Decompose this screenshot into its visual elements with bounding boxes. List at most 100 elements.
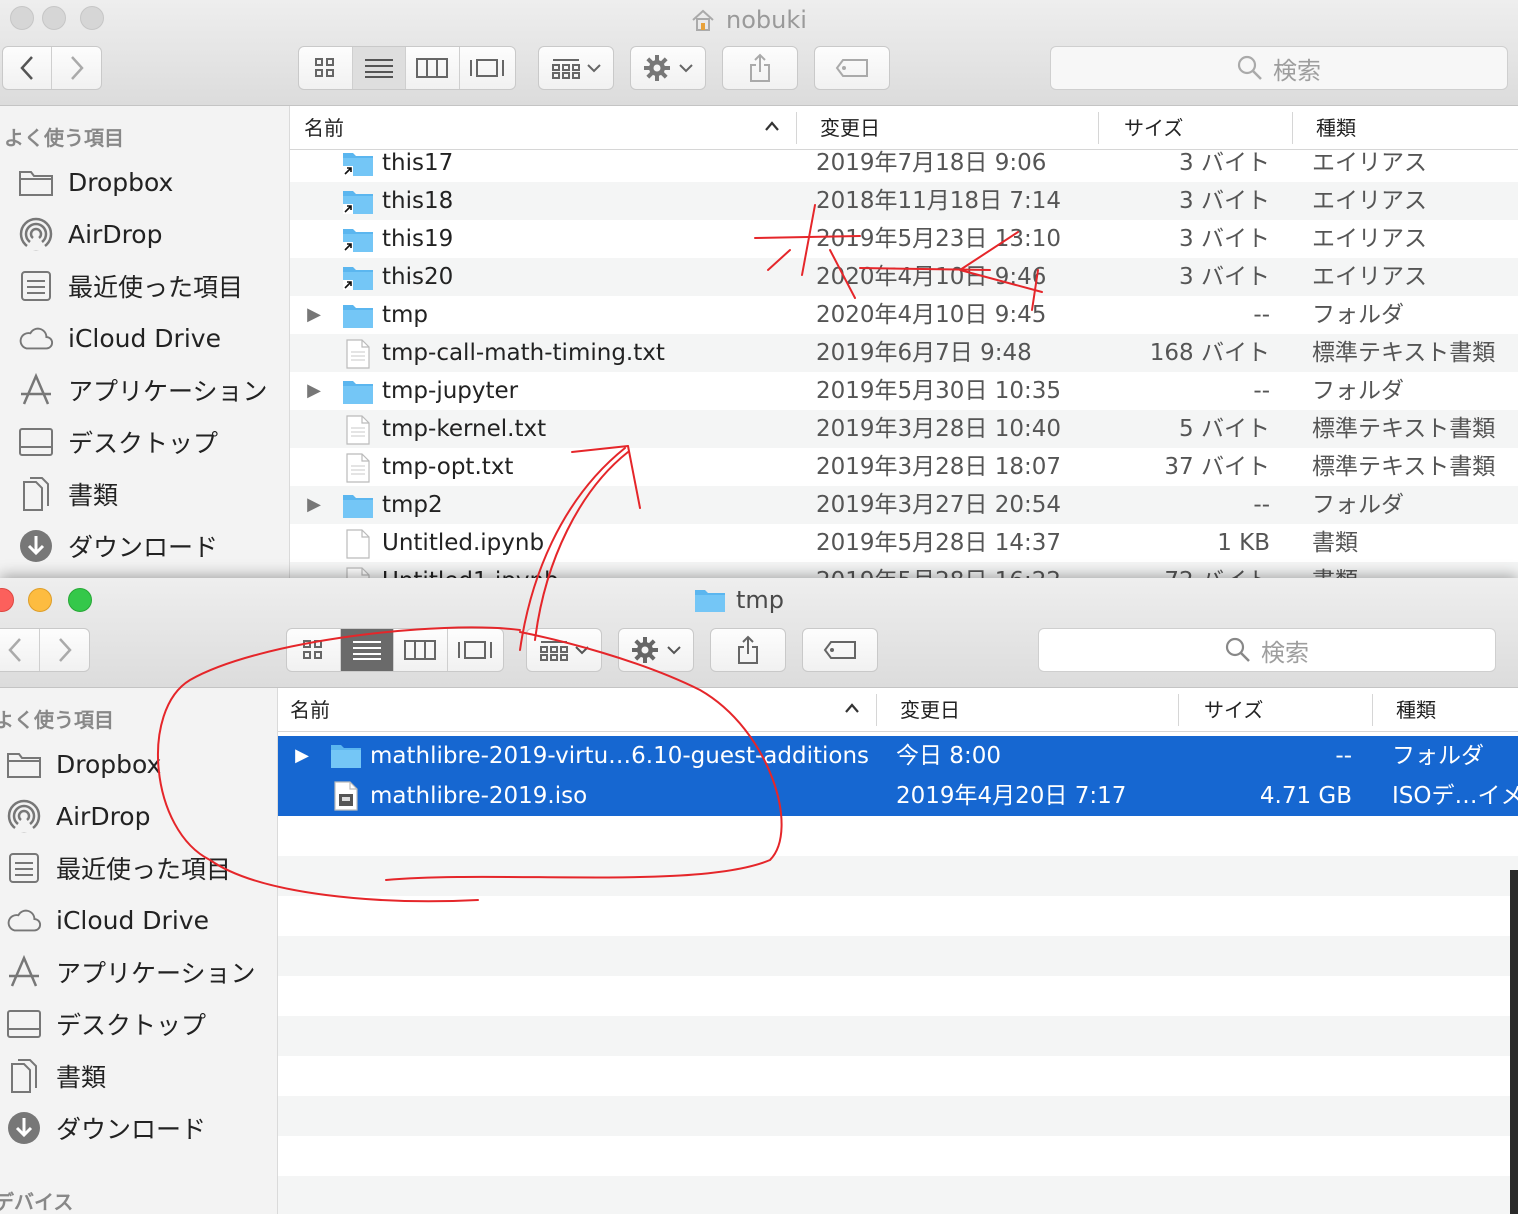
disclosure-triangle-icon[interactable]: ▶: [304, 372, 324, 410]
table-row[interactable]: ▶ tmp-jupyter 2019年5月30日 10:35 -- フォルダ: [290, 372, 1518, 410]
sidebar-item-documents[interactable]: 書類: [6, 1050, 106, 1102]
forward-button[interactable]: [40, 629, 89, 671]
disclosure-triangle-icon[interactable]: ▶: [304, 486, 324, 524]
file-list: 名前 変更日 サイズ 種類 ▶ mathlibre-2019-virtu…6.10…: [278, 688, 1518, 1214]
sidebar-item-applications[interactable]: アプリケーション: [18, 364, 268, 416]
search-field[interactable]: 検索: [1050, 46, 1508, 90]
sidebar-item-downloads[interactable]: ダウンロード: [18, 520, 218, 572]
sidebar-item-dropbox[interactable]: Dropbox: [6, 738, 161, 790]
file-rows: ▶ mathlibre-2019-virtu…6.10-guest-additio…: [278, 736, 1518, 1214]
back-button[interactable]: [0, 629, 41, 671]
empty-row: [278, 936, 1518, 976]
sidebar-item-downloads[interactable]: ダウンロード: [6, 1102, 206, 1154]
sidebar-item-dropbox[interactable]: Dropbox: [18, 156, 173, 208]
file-kind: エイリアス: [1312, 188, 1427, 214]
file-kind: 標準テキスト書類: [1312, 416, 1496, 442]
zoom-button[interactable]: [68, 588, 92, 612]
sidebar-item-recents[interactable]: 最近使った項目: [18, 260, 243, 312]
minimize-button[interactable]: [28, 588, 52, 612]
sidebar-item-airdrop[interactable]: AirDrop: [6, 790, 150, 842]
sidebar-item-desktop[interactable]: デスクトップ: [6, 998, 206, 1050]
list-view-button[interactable]: [340, 629, 394, 671]
icon-view-button[interactable]: [299, 47, 353, 89]
file-size: --: [1253, 302, 1270, 328]
applications-icon: [18, 372, 54, 408]
table-row[interactable]: ▶ tmp2 2019年3月27日 20:54 -- フォルダ: [290, 486, 1518, 524]
window-title: nobuki: [690, 0, 807, 40]
file-size: --: [1253, 492, 1270, 518]
table-row[interactable]: ▶ mathlibre-2019-virtu…6.10-guest-additio…: [278, 736, 1518, 776]
list-view-button[interactable]: [352, 47, 406, 89]
minimize-button[interactable]: [42, 6, 66, 30]
share-button[interactable]: [722, 46, 798, 90]
file-name: mathlibre-2019-virtu…6.10-guest-addition…: [370, 743, 870, 769]
alias-folder-icon: [343, 153, 373, 176]
column-header-kind[interactable]: 種類: [1396, 688, 1436, 732]
column-header-date[interactable]: 変更日: [900, 688, 960, 732]
applications-icon: [6, 954, 42, 990]
downloads-icon: [6, 1110, 42, 1146]
downloads-icon: [18, 528, 54, 564]
table-row[interactable]: ▶ tmp 2020年4月10日 9:45 -- フォルダ: [290, 296, 1518, 334]
icon-view-button[interactable]: [287, 629, 341, 671]
sidebar-item-documents[interactable]: 書類: [18, 468, 118, 520]
sidebar-item-icloud[interactable]: iCloud Drive: [18, 312, 221, 364]
back-button[interactable]: [3, 47, 53, 89]
list-header: 名前 変更日 サイズ 種類: [278, 688, 1518, 732]
share-button[interactable]: [710, 628, 786, 672]
table-row[interactable]: this18 2018年11月18日 7:14 3 バイト エイリアス: [290, 182, 1518, 220]
table-row[interactable]: this20 2020年4月10日 9:46 3 バイト エイリアス: [290, 258, 1518, 296]
file-date: 2019年4月20日 7:17: [896, 783, 1127, 809]
table-row[interactable]: tmp-kernel.txt 2019年3月28日 10:40 5 バイト 標準テキス…: [290, 410, 1518, 448]
documents-icon: [6, 1058, 42, 1094]
file-size: --: [1253, 378, 1270, 404]
tag-icon: [823, 641, 856, 659]
sidebar-item-label: デスクトップ: [68, 429, 219, 458]
table-row[interactable]: mathlibre-2019.iso 2019年4月20日 7:17 4.71 GB…: [278, 776, 1518, 816]
table-row[interactable]: tmp-opt.txt 2019年3月28日 18:07 37 バイト 標準テキスト書…: [290, 448, 1518, 486]
search-field[interactable]: 検索: [1038, 628, 1496, 672]
document-icon: [346, 453, 370, 483]
sidebar-item-airdrop[interactable]: AirDrop: [18, 208, 162, 260]
file-name: this19: [382, 226, 454, 252]
sidebar-item-recents[interactable]: 最近使った項目: [6, 842, 231, 894]
folder-icon: [18, 164, 54, 200]
forward-button[interactable]: [52, 47, 101, 89]
sidebar-item-icloud[interactable]: iCloud Drive: [6, 894, 209, 946]
close-button[interactable]: [0, 588, 14, 612]
column-header-size[interactable]: サイズ: [1204, 688, 1263, 732]
sort-ascending-icon: [845, 703, 859, 713]
file-kind: 書類: [1312, 530, 1358, 556]
disclosure-triangle-icon[interactable]: ▶: [304, 296, 324, 334]
column-header-name[interactable]: 名前: [290, 688, 330, 732]
sidebar-item-desktop[interactable]: デスクトップ: [18, 416, 218, 468]
recents-icon: [6, 850, 42, 886]
gallery-view-button[interactable]: [448, 629, 503, 671]
table-row[interactable]: Untitled.ipynb 2019年5月28日 14:37 1 KB 書類: [290, 524, 1518, 562]
tag-button[interactable]: [802, 628, 878, 672]
action-button[interactable]: [630, 46, 706, 90]
table-row[interactable]: this17 2019年7月18日 9:06 3 バイト エイリアス: [290, 144, 1518, 182]
column-view-button[interactable]: [406, 47, 460, 89]
disclosure-triangle-icon[interactable]: ▶: [292, 736, 312, 776]
home-icon: [692, 9, 714, 31]
tag-button[interactable]: [814, 46, 890, 90]
toolbar: tmp 検索: [0, 578, 1518, 688]
list-icon: [352, 641, 381, 660]
empty-row: [278, 1096, 1518, 1136]
table-row[interactable]: this19 2019年5月23日 13:10 3 バイト エイリアス: [290, 220, 1518, 258]
column-view-button[interactable]: [394, 629, 448, 671]
group-button[interactable]: [526, 628, 602, 672]
file-size: 3 バイト: [1179, 188, 1270, 214]
close-button[interactable]: [10, 6, 34, 30]
sidebar-item-label: 書類: [68, 481, 119, 510]
gallery-view-button[interactable]: [460, 47, 515, 89]
sidebar-item-applications[interactable]: アプリケーション: [6, 946, 256, 998]
chevron-left-icon: [8, 638, 21, 662]
zoom-button[interactable]: [80, 6, 104, 30]
gear-icon: [644, 55, 670, 81]
action-button[interactable]: [618, 628, 694, 672]
group-button[interactable]: [538, 46, 614, 90]
scrollbar[interactable]: [1510, 870, 1518, 1214]
table-row[interactable]: tmp-call-math-timing.txt 2019年6月7日 9:48 16…: [290, 334, 1518, 372]
